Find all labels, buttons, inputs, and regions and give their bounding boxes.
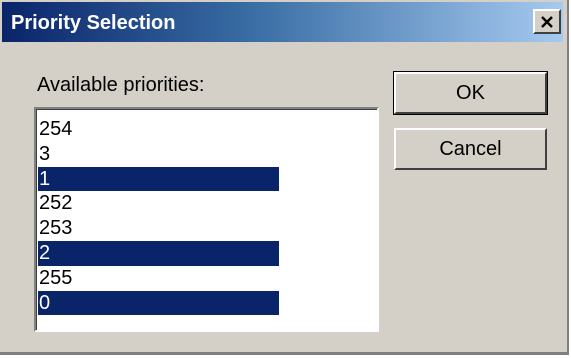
list-item[interactable]: 3 xyxy=(38,142,279,167)
list-item[interactable]: 254 xyxy=(38,117,279,142)
list-item[interactable]: 255 xyxy=(38,266,279,291)
list-item[interactable]: 252 xyxy=(38,191,279,216)
close-icon xyxy=(540,15,554,28)
list-item[interactable]: 253 xyxy=(38,216,279,241)
list-item[interactable]: 0 xyxy=(38,290,279,316)
list-item[interactable]: 2 xyxy=(38,240,279,266)
priority-selection-dialog: Priority Selection Available priorities:… xyxy=(0,0,569,355)
available-priorities-label: Available priorities: xyxy=(37,74,205,96)
ok-button[interactable]: OK xyxy=(393,71,548,115)
ok-button-label: OK xyxy=(456,82,485,104)
close-button[interactable] xyxy=(533,9,561,34)
listbox-frame: 254 3 1 252 253 2 255 0 xyxy=(36,109,377,330)
priorities-list: 254 3 1 252 253 2 255 0 xyxy=(38,117,279,316)
cancel-button-label: Cancel xyxy=(439,138,502,160)
list-item[interactable]: 1 xyxy=(38,166,279,192)
window-title: Priority Selection xyxy=(11,12,176,34)
cancel-button[interactable]: Cancel xyxy=(394,128,547,170)
priorities-listbox[interactable]: 254 3 1 252 253 2 255 0 xyxy=(34,107,379,332)
title-bar[interactable]: Priority Selection xyxy=(2,2,563,42)
